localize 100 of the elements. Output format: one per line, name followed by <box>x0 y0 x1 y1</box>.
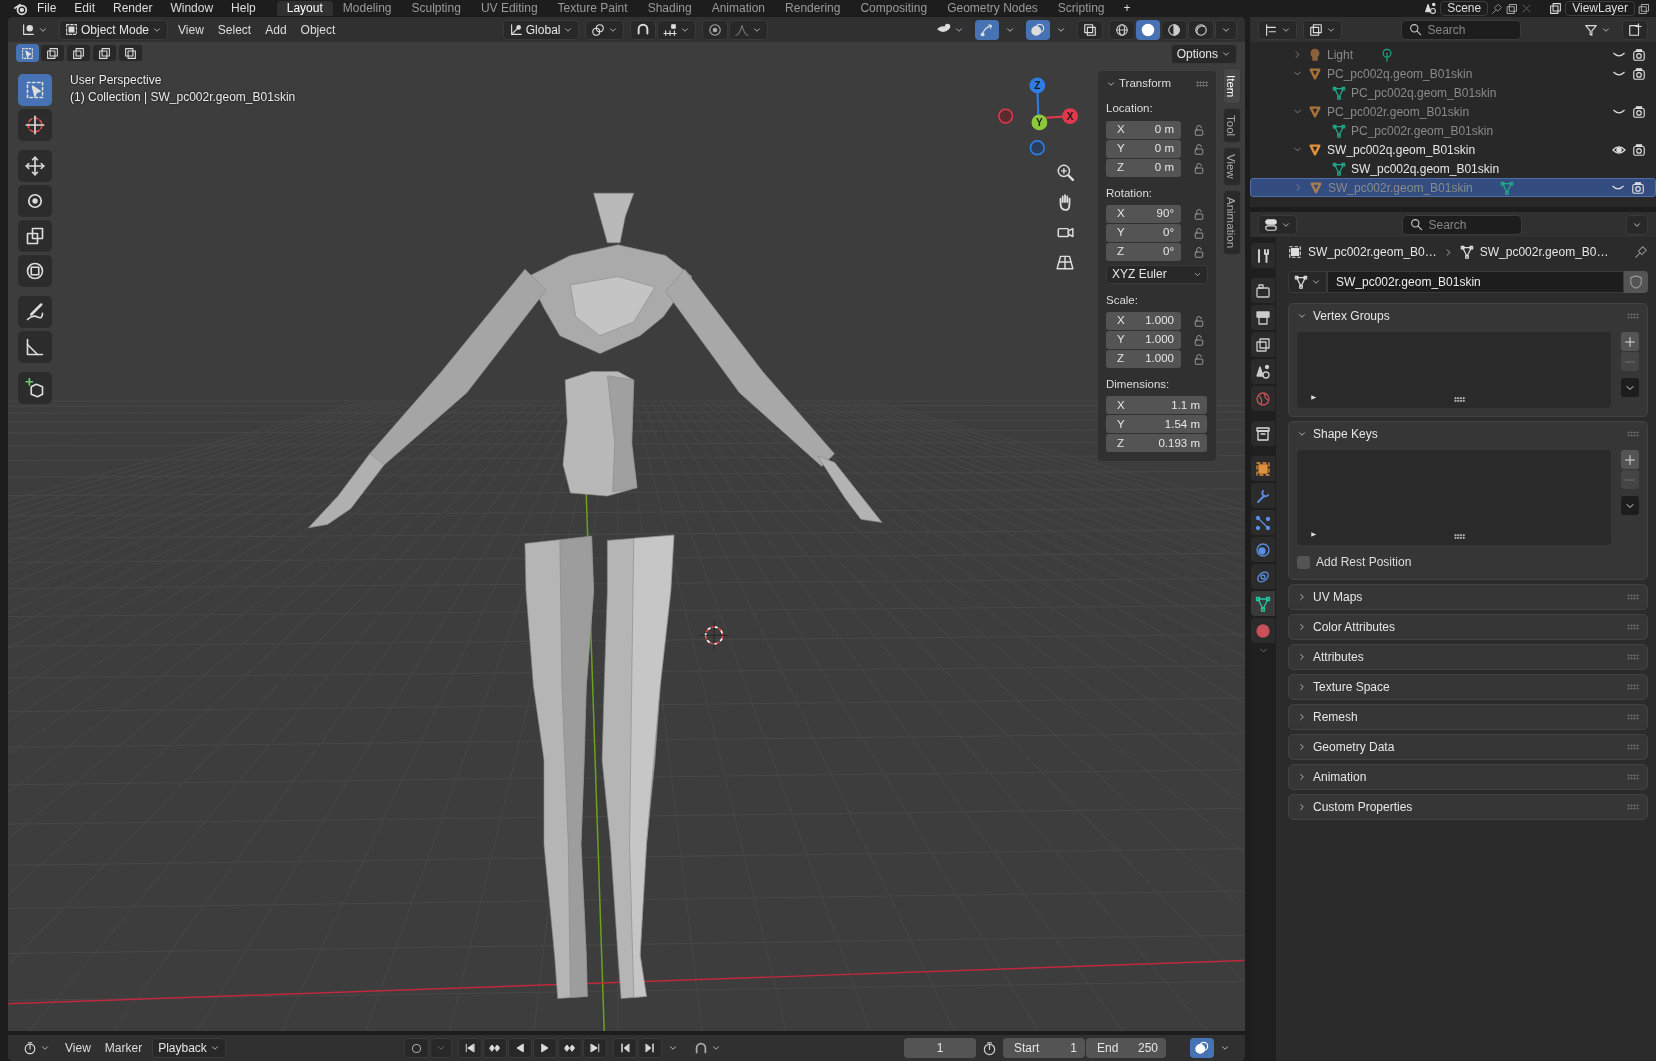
axis-label: X <box>1116 206 1126 222</box>
field-value: 0.193 m <box>1158 435 1200 451</box>
field-value: 1.54 m <box>1164 416 1200 432</box>
axis-label: Z <box>1116 351 1126 367</box>
number-field[interactable]: X 1.000 <box>1106 312 1181 330</box>
axis-handle[interactable]: Z <box>1029 77 1046 94</box>
orientation-dropdown[interactable]: Global <box>502 19 580 40</box>
field-value: 1.000 <box>1145 351 1174 367</box>
workspace-tab[interactable]: Layout <box>276 1 333 16</box>
outliner-row[interactable]: PC_pc002q.geom_B01skin <box>1250 64 1656 83</box>
number-field[interactable]: Z 0 m <box>1106 158 1181 177</box>
datablock-name-field[interactable]: SW_pc002r.geom_B01skin <box>1327 271 1624 293</box>
options-dropdown[interactable]: Options <box>1170 44 1237 64</box>
panel-title[interactable]: Remesh <box>1313 708 1358 726</box>
field-value: 1.000 <box>1145 313 1174 329</box>
axis-label: Z <box>1116 159 1126 175</box>
number-field[interactable]: Z 0° <box>1106 242 1181 261</box>
data-name-text[interactable]: PC_pc002q.geom_B01skin <box>1351 83 1497 102</box>
object-name[interactable]: SW_pc002q.geom_B01skin <box>1327 140 1476 159</box>
menu-item[interactable]: Object <box>296 20 340 39</box>
panel-title[interactable]: Color Attributes <box>1313 618 1396 636</box>
playback-dropdown[interactable]: Playback <box>152 1038 226 1058</box>
workspace-tab[interactable]: Shading <box>637 1 702 16</box>
workspace-tab[interactable]: Rendering <box>775 1 851 16</box>
panel-title[interactable]: Custom Properties <box>1313 798 1413 816</box>
sidebar-tab[interactable]: Animation <box>1223 190 1241 256</box>
sidebar-tab[interactable]: View <box>1223 147 1241 187</box>
search-field[interactable]: Search <box>1400 19 1521 40</box>
workspace-tab[interactable]: UV Editing <box>470 1 548 16</box>
menu-item[interactable]: Add <box>261 20 291 39</box>
menu-item[interactable]: Select <box>213 20 256 39</box>
axis-label: Z <box>1116 435 1126 451</box>
menu-item[interactable]: Render <box>104 1 162 16</box>
axis-label: Z <box>1116 244 1126 260</box>
menu-item[interactable]: View <box>61 1039 95 1057</box>
sidebar-tab[interactable]: Tool <box>1223 108 1241 144</box>
number-field[interactable]: Y 1.000 <box>1106 331 1181 349</box>
number-field[interactable]: X 90° <box>1106 204 1181 223</box>
workspace-tab[interactable]: Compositing <box>850 1 938 16</box>
search-field[interactable]: Search <box>1401 214 1522 235</box>
field-label: End <box>1096 1040 1119 1057</box>
checkbox-label[interactable]: Add Rest Position <box>1316 553 1412 571</box>
panel-title[interactable]: Shape Keys <box>1313 425 1378 443</box>
axis-label: X <box>1116 121 1126 137</box>
current-frame-field[interactable]: 1 <box>904 1038 976 1058</box>
menu-item[interactable]: Window <box>161 1 223 16</box>
breadcrumb-item[interactable]: SW_pc002r.geom_B0… <box>1479 243 1609 261</box>
axis-label: Y <box>1116 225 1126 241</box>
breadcrumb-item[interactable]: SW_pc002r.geom_B0… <box>1308 243 1437 261</box>
menu-item[interactable]: Edit <box>65 1 105 16</box>
number-field[interactable]: Z 1.000 <box>1106 350 1181 368</box>
axis-label: X <box>1116 397 1126 413</box>
axis-handle[interactable]: X <box>1062 108 1078 124</box>
panel-title[interactable]: Vertex Groups <box>1313 307 1390 325</box>
panel-title[interactable]: Texture Space <box>1313 678 1390 696</box>
end-frame-field[interactable]: End 250 <box>1086 1038 1166 1058</box>
data-name-text[interactable]: SW_pc002q.geom_B01skin <box>1351 159 1500 178</box>
outliner-row[interactable]: PC_pc002r.geom_B01skin <box>1250 102 1656 121</box>
number-field[interactable]: X 1.1 m <box>1106 396 1207 415</box>
object-name[interactable]: Light <box>1327 45 1354 64</box>
workspace-tab[interactable]: Geometry Nodes <box>937 1 1048 16</box>
axis-label: X <box>1116 313 1126 329</box>
field-value: 90° <box>1156 206 1174 222</box>
panel-title[interactable]: Animation <box>1313 768 1367 786</box>
data-name-text[interactable]: PC_pc002r.geom_B01skin <box>1351 121 1494 140</box>
panel-title[interactable]: Geometry Data <box>1313 738 1395 756</box>
field-value: 0° <box>1163 244 1174 260</box>
field-value: 0 m <box>1154 159 1174 175</box>
panel-title[interactable]: Transform <box>1119 75 1171 93</box>
start-frame-field[interactable]: Start 1 <box>1003 1038 1085 1058</box>
workspace-tab[interactable]: Texture Paint <box>547 1 638 16</box>
number-field[interactable]: X 0 m <box>1106 120 1181 139</box>
workspace-tab[interactable]: Animation <box>701 1 776 16</box>
menu-item[interactable]: File <box>28 1 66 16</box>
mode-dropdown[interactable]: Object Mode <box>59 19 169 40</box>
number-field[interactable]: Y 0 m <box>1106 139 1181 158</box>
field-value: 1.1 m <box>1171 397 1200 413</box>
menu-item[interactable]: Marker <box>100 1039 147 1057</box>
outliner-row[interactable]: Light <box>1250 45 1656 64</box>
number-field[interactable]: Z 0.193 m <box>1106 434 1207 453</box>
scene-field[interactable]: Scene <box>1440 1 1489 16</box>
field-label: Location: <box>1106 101 1154 117</box>
sidebar-tab[interactable]: Item <box>1223 68 1241 105</box>
workspace-tab[interactable]: Sculpting <box>401 1 471 16</box>
panel-title[interactable]: Attributes <box>1313 648 1364 666</box>
number-field[interactable]: Y 1.54 m <box>1106 415 1207 434</box>
workspace-tab[interactable]: Modeling <box>332 1 402 16</box>
menu-item[interactable]: View <box>174 20 208 39</box>
add-workspace-button[interactable]: + <box>1114 1 1140 16</box>
axis-label: Y <box>1116 332 1126 348</box>
panel-title[interactable]: UV Maps <box>1313 588 1363 606</box>
object-name[interactable]: PC_pc002q.geom_B01skin <box>1327 64 1473 83</box>
rotation-mode-dropdown[interactable]: XYZ Euler <box>1106 264 1208 284</box>
workspace-tab[interactable]: Scripting <box>1047 1 1115 16</box>
object-name[interactable]: PC_pc002r.geom_B01skin <box>1327 102 1470 121</box>
number-field[interactable]: Y 0° <box>1106 223 1181 242</box>
menu-item[interactable]: Help <box>222 1 265 16</box>
axis-handle[interactable]: Y <box>1031 114 1048 131</box>
outliner-row[interactable]: SW_pc002q.geom_B01skin <box>1250 140 1656 159</box>
view-layer-field[interactable]: ViewLayer <box>1565 1 1635 16</box>
